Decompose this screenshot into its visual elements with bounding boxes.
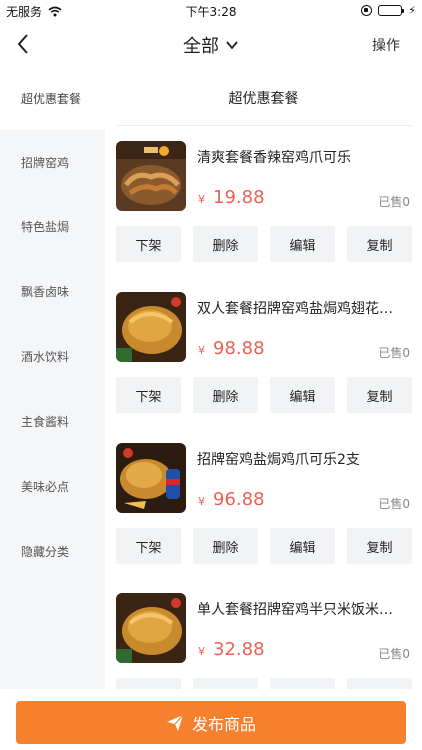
unshelve-button[interactable]: 下架 — [116, 377, 181, 413]
unshelve-button[interactable]: 下架 — [116, 226, 181, 262]
sidebar-item-must-order[interactable]: 美味必点 — [0, 454, 105, 518]
product-list-panel: 超优惠套餐 清爽套餐香辣窑鸡爪可乐 ¥ 19.88 已售0 下架 删除 编辑 复… — [105, 66, 422, 689]
sidebar-item-drinks[interactable]: 酒水饮料 — [0, 324, 105, 388]
product-card: 招牌窑鸡盐焗鸡爪可乐2支 ¥ 96.88 已售0 下架 删除 编辑 复制 — [116, 443, 412, 593]
operate-button[interactable]: 操作 — [372, 35, 400, 55]
send-icon — [166, 714, 184, 731]
currency-symbol: ¥ — [198, 495, 205, 508]
unshelve-button[interactable]: 下架 — [116, 528, 181, 564]
category-sidebar: 超优惠套餐 招牌窑鸡 特色盐焗 飘香卤味 酒水饮料 主食酱料 美味必点 隐藏分类 — [0, 66, 105, 689]
product-name: 双人套餐招牌窑鸡盐焗鸡翅花… — [197, 301, 393, 317]
product-actions: 下架 删除 编辑 复制 — [116, 226, 412, 262]
edit-button[interactable]: 编辑 — [270, 377, 335, 413]
product-image — [116, 141, 186, 211]
category-filter-dropdown[interactable]: 全部 — [0, 32, 422, 58]
delete-button[interactable]: 删除 — [193, 678, 258, 689]
battery-icon — [378, 5, 405, 16]
unshelve-button[interactable]: 下架 — [116, 678, 181, 689]
price-value: 98.88 — [213, 338, 265, 359]
delete-button[interactable]: 删除 — [193, 377, 258, 413]
product-image — [116, 443, 186, 513]
sold-count: 已售0 — [378, 346, 410, 360]
status-bar: 无服务 下午3:28 ⚡ — [0, 0, 422, 22]
sidebar-item-signature-kiln-chicken[interactable]: 招牌窑鸡 — [0, 130, 105, 194]
section-title: 超优惠套餐 — [228, 91, 299, 107]
delete-button[interactable]: 删除 — [193, 226, 258, 262]
bottom-bar: 发布商品 — [0, 689, 422, 750]
product-name: 招牌窑鸡盐焗鸡爪可乐2支 — [197, 452, 360, 468]
edit-button[interactable]: 编辑 — [270, 226, 335, 262]
copy-button[interactable]: 复制 — [347, 528, 412, 564]
sidebar-item-salt-baked[interactable]: 特色盐焗 — [0, 194, 105, 258]
price-value: 19.88 — [213, 187, 265, 208]
nav-title-label: 全部 — [183, 36, 219, 57]
delete-button[interactable]: 删除 — [193, 528, 258, 564]
product-price: ¥ 32.88 — [198, 639, 265, 660]
sidebar-item-staples-sauces[interactable]: 主食酱料 — [0, 389, 105, 453]
product-card: 单人套餐招牌窑鸡半只米饭米… ¥ 32.88 已售0 下架 删除 编辑 复制 — [116, 593, 412, 689]
publish-product-button[interactable]: 发布商品 — [16, 701, 406, 744]
product-actions: 下架 删除 编辑 复制 — [116, 528, 412, 564]
copy-button[interactable]: 复制 — [347, 226, 412, 262]
product-price: ¥ 19.88 — [198, 187, 265, 208]
currency-symbol: ¥ — [198, 344, 205, 357]
product-image — [116, 292, 186, 362]
product-actions: 下架 删除 编辑 复制 — [116, 678, 412, 689]
status-right: ⚡ — [361, 4, 416, 17]
charging-icon: ⚡ — [408, 4, 416, 17]
currency-symbol: ¥ — [198, 645, 205, 658]
edit-button[interactable]: 编辑 — [270, 528, 335, 564]
price-value: 32.88 — [213, 639, 265, 660]
product-image — [116, 593, 186, 663]
divider — [117, 125, 412, 126]
product-card: 双人套餐招牌窑鸡盐焗鸡翅花… ¥ 98.88 已售0 下架 删除 编辑 复制 — [116, 292, 412, 442]
sidebar-item-braised[interactable]: 飘香卤味 — [0, 259, 105, 323]
status-time: 下午3:28 — [185, 5, 237, 19]
product-actions: 下架 删除 编辑 复制 — [116, 377, 412, 413]
sold-count: 已售0 — [378, 647, 410, 661]
edit-button[interactable]: 编辑 — [270, 678, 335, 689]
sold-count: 已售0 — [378, 195, 410, 209]
product-name: 清爽套餐香辣窑鸡爪可乐 — [197, 150, 351, 166]
chevron-down-icon — [226, 41, 238, 50]
copy-button[interactable]: 复制 — [347, 678, 412, 689]
currency-symbol: ¥ — [198, 193, 205, 206]
sidebar-item-hidden[interactable]: 隐藏分类 — [0, 519, 105, 583]
product-price: ¥ 96.88 — [198, 489, 265, 510]
publish-label: 发布商品 — [191, 714, 256, 734]
sold-count: 已售0 — [378, 497, 410, 511]
product-price: ¥ 98.88 — [198, 338, 265, 359]
copy-button[interactable]: 复制 — [347, 377, 412, 413]
product-card: 清爽套餐香辣窑鸡爪可乐 ¥ 19.88 已售0 下架 删除 编辑 复制 — [116, 141, 412, 291]
price-value: 96.88 — [213, 489, 265, 510]
lock-rotation-icon — [361, 5, 373, 16]
nav-bar: 全部 操作 — [0, 22, 422, 66]
product-name: 单人套餐招牌窑鸡半只米饭米… — [197, 602, 393, 618]
sidebar-item-super-deal[interactable]: 超优惠套餐 — [0, 66, 105, 130]
